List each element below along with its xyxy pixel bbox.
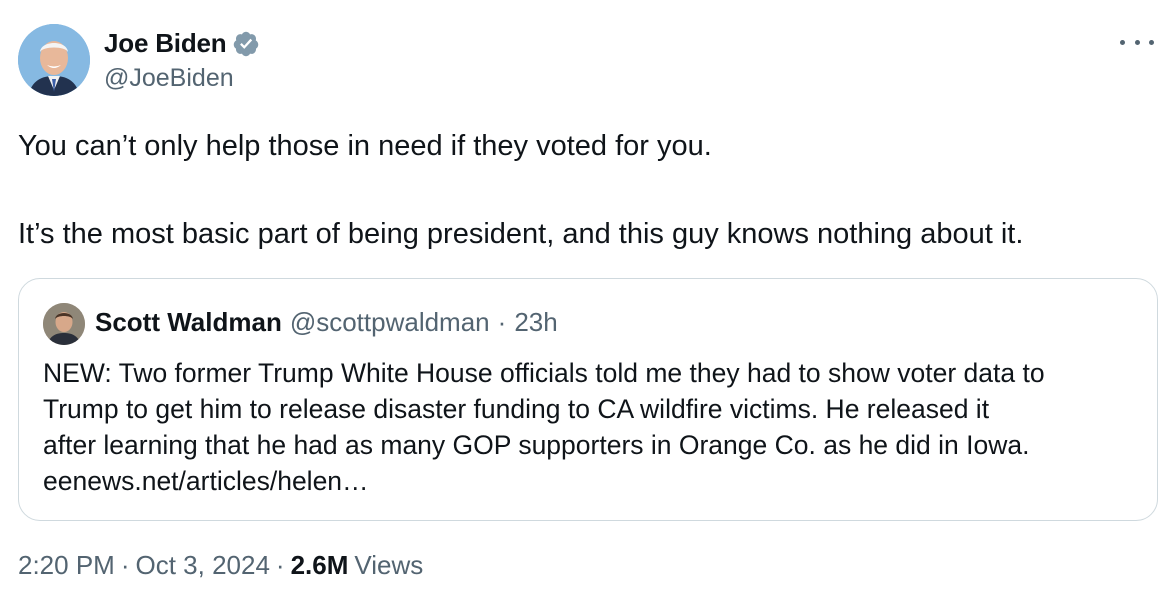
more-dot-icon xyxy=(1120,39,1125,45)
author-display-name[interactable]: Joe Biden xyxy=(104,28,227,59)
verified-badge-icon xyxy=(232,30,260,58)
quoted-tweet-header: Scott Waldman @scottpwaldman · 23h xyxy=(95,307,558,338)
quoted-tweet-time[interactable]: 23h xyxy=(514,307,557,338)
author-handle[interactable]: @JoeBiden xyxy=(104,64,234,93)
quoted-text-line: after learning that he had as many GOP s… xyxy=(43,430,1030,460)
quoted-author-avatar[interactable] xyxy=(43,303,85,345)
separator-dot: · xyxy=(120,550,130,580)
quoted-tweet-card[interactable]: Scott Waldman @scottpwaldman · 23h NEW: … xyxy=(18,278,1158,521)
profile-photo-icon xyxy=(43,303,85,345)
tweet-meta: 2:20 PM · Oct 3, 2024 · 2.6M Views xyxy=(18,550,423,581)
quoted-author-handle[interactable]: @scottpwaldman xyxy=(290,307,490,338)
profile-photo-icon xyxy=(18,24,90,96)
separator-dot: · xyxy=(497,307,507,337)
tweet: Joe Biden @JoeBiden You can’t only help … xyxy=(0,0,1172,600)
author-name-row: Joe Biden xyxy=(104,28,260,59)
more-options-button[interactable] xyxy=(1120,30,1154,54)
views-label: Views xyxy=(354,550,424,580)
tweet-text-paragraph: It’s the most basic part of being presid… xyxy=(18,218,1024,250)
quoted-author-name[interactable]: Scott Waldman xyxy=(95,307,282,338)
more-dot-icon xyxy=(1134,39,1140,45)
author-avatar[interactable] xyxy=(18,24,90,96)
quoted-text-line: NEW: Two former Trump White House offici… xyxy=(43,358,1045,388)
quoted-tweet-text: NEW: Two former Trump White House offici… xyxy=(43,355,1143,499)
tweet-time[interactable]: 2:20 PM xyxy=(18,550,115,581)
tweet-date[interactable]: Oct 3, 2024 xyxy=(136,550,270,581)
tweet-text-paragraph: You can’t only help those in need if the… xyxy=(18,130,712,162)
separator-dot: · xyxy=(275,550,285,580)
views-count: 2.6M xyxy=(290,550,349,580)
more-dot-icon xyxy=(1149,39,1154,45)
quoted-link[interactable]: eenews.net/articles/helen… xyxy=(43,463,1143,499)
quoted-text-line: Trump to get him to release disaster fun… xyxy=(43,394,990,424)
